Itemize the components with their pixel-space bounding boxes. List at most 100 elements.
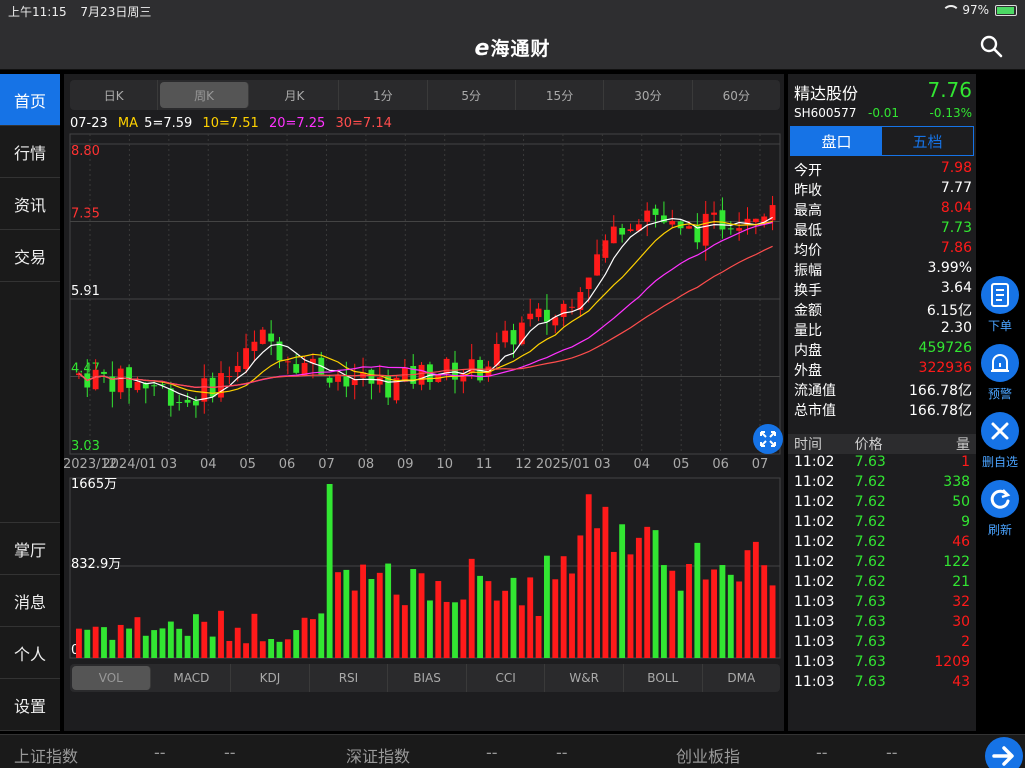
candle-body bbox=[92, 369, 99, 390]
volume-bar bbox=[694, 542, 701, 658]
search-icon[interactable] bbox=[979, 34, 1003, 58]
ticks-header: 时间 价格 量 bbox=[788, 434, 976, 454]
candle-body bbox=[560, 303, 567, 318]
candle-body bbox=[117, 368, 124, 393]
tick-time: 11:02 bbox=[794, 474, 835, 490]
ma10-line bbox=[78, 220, 773, 394]
tick-price: 7.62 bbox=[854, 534, 886, 550]
volume-axis-label: 832.9万 bbox=[71, 557, 121, 572]
index-name: 创业板指 bbox=[676, 747, 741, 766]
indicator-tab[interactable]: W&R bbox=[545, 664, 624, 692]
volume-bar bbox=[276, 641, 283, 658]
left-sidebar: 首页 行情 资讯 交易 掌厅 消息 个人 设置 bbox=[0, 74, 60, 731]
indicator-tab[interactable]: CCI bbox=[467, 664, 546, 692]
tick-price: 7.63 bbox=[854, 634, 886, 650]
expand-chart-button[interactable] bbox=[753, 424, 783, 454]
indicator-tab[interactable]: KDJ bbox=[231, 664, 310, 692]
quote-value: 166.78亿 bbox=[909, 383, 972, 399]
volume-bar bbox=[518, 605, 525, 658]
tick-row: 11:02 7.62 50 bbox=[788, 494, 976, 514]
volume-bar bbox=[769, 585, 776, 658]
action-button-bell[interactable]: 预警 bbox=[978, 344, 1022, 412]
candle-body bbox=[418, 364, 425, 385]
quote-key: 外盘 bbox=[794, 363, 822, 379]
tick-time: 11:02 bbox=[794, 534, 835, 550]
action-button-order[interactable]: 下单 bbox=[978, 276, 1022, 344]
sidebar-item-2[interactable]: 资讯 bbox=[0, 178, 60, 230]
volume-bar bbox=[218, 610, 224, 658]
quote-key: 均价 bbox=[794, 243, 822, 259]
sidebar-item-3[interactable]: 交易 bbox=[0, 230, 60, 282]
tick-volume: 1209 bbox=[934, 654, 971, 670]
quote-row: 外盘 322936 bbox=[794, 360, 972, 380]
sidebar-bottom-item-3[interactable]: 设置 bbox=[0, 679, 60, 731]
indicator-tab[interactable]: DMA bbox=[703, 664, 781, 692]
quote-key: 今开 bbox=[794, 163, 822, 179]
volume-bar bbox=[627, 554, 634, 658]
sidebar-item-1[interactable]: 行情 bbox=[0, 126, 60, 178]
volume-bar bbox=[493, 600, 500, 658]
quote-value: 7.73 bbox=[940, 220, 972, 236]
quote-row: 量比 2.30 bbox=[794, 320, 972, 340]
ticks-head-volume: 量 bbox=[956, 437, 971, 453]
date-axis-label: 08 bbox=[358, 457, 375, 472]
status-right: 97% bbox=[942, 3, 1017, 17]
date-axis-label: 11 bbox=[476, 457, 493, 472]
volume-bar bbox=[585, 494, 592, 658]
volume-bar bbox=[368, 578, 375, 658]
quote-row: 均价 7.86 bbox=[794, 240, 972, 260]
indicator-tab[interactable]: VOL bbox=[72, 666, 151, 690]
action-button-refresh[interactable]: 刷新 bbox=[978, 480, 1022, 548]
tick-row: 11:03 7.63 30 bbox=[788, 614, 976, 634]
tab-wudang[interactable]: 五档 bbox=[882, 127, 973, 155]
candle-body bbox=[452, 362, 458, 380]
volume-bar bbox=[577, 535, 584, 658]
volume-bar bbox=[84, 629, 91, 658]
tab-pankou[interactable]: 盘口 bbox=[791, 127, 882, 155]
sidebar-bottom-item-2[interactable]: 个人 bbox=[0, 627, 60, 679]
volume-bar bbox=[669, 570, 676, 658]
price-axis-label: 7.35 bbox=[71, 207, 100, 222]
quote-value: 7.77 bbox=[940, 180, 972, 196]
price-axis-label: 8.80 bbox=[71, 144, 100, 159]
sidebar-item-0[interactable]: 首页 bbox=[0, 74, 60, 126]
index-ticker-bar[interactable]: 上证指数 -- -- 深证指数 -- -- 创业板指 -- -- bbox=[0, 734, 1025, 768]
tick-time: 11:02 bbox=[794, 574, 835, 590]
quote-row: 总市值 166.78亿 bbox=[794, 400, 972, 420]
quote-value: 322936 bbox=[918, 360, 972, 376]
candle-body bbox=[510, 330, 517, 345]
kline-chart[interactable]: 8.807.355.914.473.032023/122024/01 03 04 05… bbox=[64, 74, 784, 664]
sidebar-bottom-item-1[interactable]: 消息 bbox=[0, 575, 60, 627]
action-button-close[interactable]: 删自选 bbox=[978, 412, 1022, 480]
ticks-head-time: 时间 bbox=[794, 437, 822, 453]
index-change: -- bbox=[886, 743, 898, 762]
volume-bar bbox=[343, 569, 350, 658]
date-axis-label: 03 bbox=[161, 457, 178, 472]
volume-bar bbox=[251, 613, 258, 658]
volume-bar bbox=[427, 600, 433, 658]
volume-bar bbox=[435, 581, 442, 658]
tick-volume: 2 bbox=[961, 634, 971, 650]
date-axis-label: 12 bbox=[515, 457, 532, 472]
index-value: -- bbox=[816, 743, 828, 762]
volume-bar bbox=[393, 594, 400, 658]
battery-icon bbox=[995, 4, 1017, 16]
quote-row: 昨收 7.77 bbox=[794, 180, 972, 200]
indicator-tab[interactable]: BIAS bbox=[388, 664, 467, 692]
volume-bar bbox=[318, 613, 325, 658]
tick-time: 11:03 bbox=[794, 654, 835, 670]
volume-bar bbox=[477, 575, 483, 658]
index-value: -- bbox=[154, 743, 166, 762]
tick-list[interactable]: 11:02 7.63 1 11:02 7.62 338 11:02 7.62 50 11:02 7.… bbox=[788, 454, 976, 694]
indicator-tab[interactable]: RSI bbox=[310, 664, 389, 692]
candle-body bbox=[619, 227, 626, 235]
tick-row: 11:02 7.62 21 bbox=[788, 574, 976, 594]
indicator-tab[interactable]: BOLL bbox=[624, 664, 703, 692]
indicator-tab[interactable]: MACD bbox=[153, 664, 232, 692]
candle-body bbox=[335, 375, 341, 382]
next-arrow-button[interactable] bbox=[985, 737, 1023, 768]
quote-value: 7.98 bbox=[940, 160, 972, 176]
candle-body bbox=[234, 365, 241, 373]
candle-body bbox=[251, 341, 258, 351]
sidebar-bottom-item-0[interactable]: 掌厅 bbox=[0, 523, 60, 575]
